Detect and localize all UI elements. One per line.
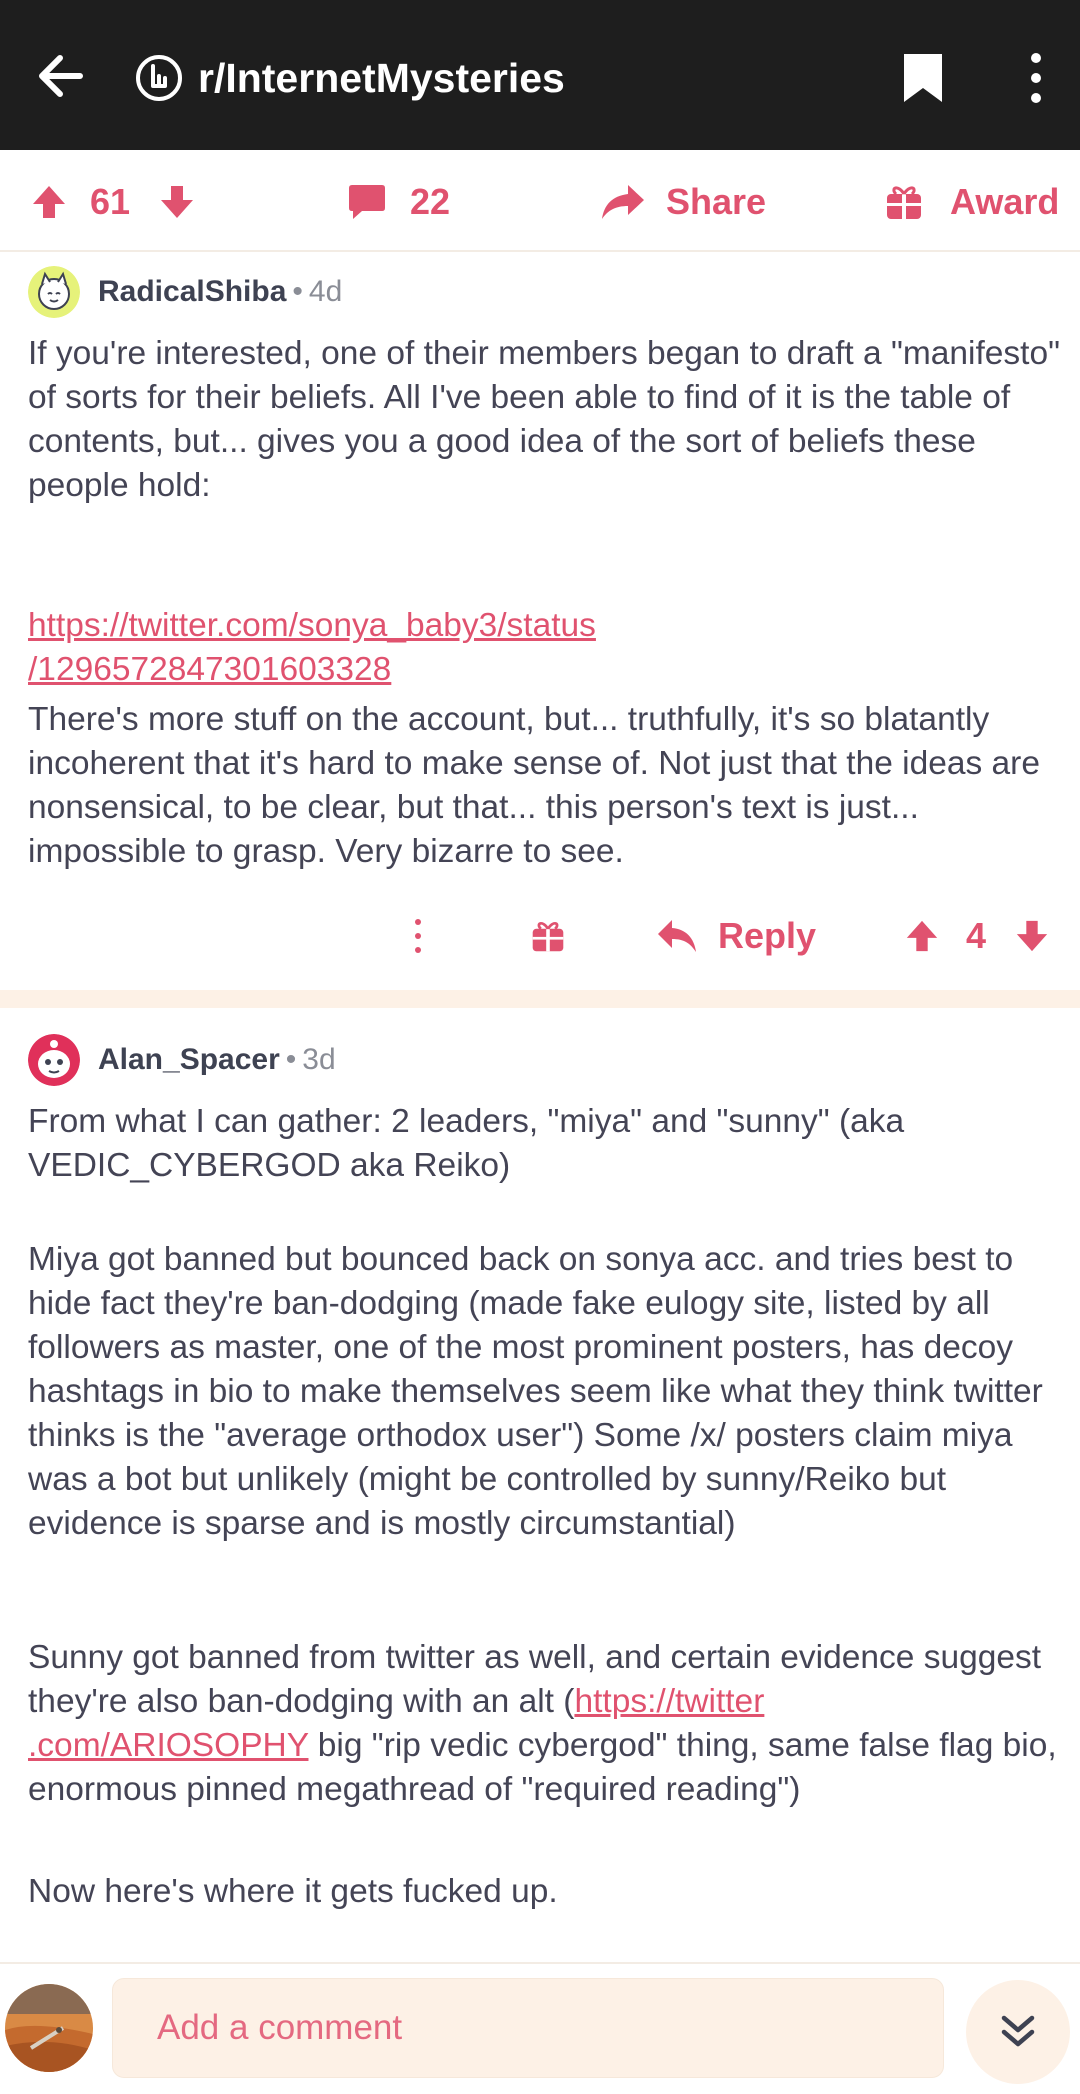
- upvote-arrow-icon: [906, 920, 938, 952]
- more-options-button[interactable]: [1018, 50, 1054, 106]
- comment-header: RadicalShiba • 4d: [28, 262, 342, 322]
- reply-button[interactable]: Reply: [656, 896, 816, 976]
- comment-link-paragraph: https://twitter.com/sonya_baby3/status /…: [28, 560, 1068, 692]
- avatar[interactable]: [28, 266, 80, 318]
- share-button[interactable]: Share: [600, 152, 766, 252]
- reply-label: Reply: [718, 915, 817, 956]
- gift-icon: [532, 922, 564, 952]
- comment-header: Alan_Spacer • 3d: [28, 1030, 336, 1090]
- add-comment-input[interactable]: [112, 1978, 944, 2078]
- bookmark-button[interactable]: [900, 50, 946, 106]
- paragraph-text: Sunny got banned from twitter as well, a…: [28, 1639, 1042, 1720]
- more-vertical-icon: [1031, 53, 1041, 103]
- subreddit-name[interactable]: r/InternetMysteries: [198, 50, 565, 106]
- comment-award-button[interactable]: [530, 896, 566, 976]
- top-app-bar: r/InternetMysteries: [0, 0, 1080, 150]
- separator-dot: •: [285, 1043, 297, 1076]
- bookmark-icon: [904, 54, 942, 102]
- post-action-bar: 61 22 Share Award: [0, 152, 1080, 252]
- arrow-left-icon: [39, 55, 83, 97]
- comment-paragraph: There's more stuff on the account, but..…: [28, 701, 1040, 870]
- share-arrow-icon: [602, 185, 644, 219]
- reply-arrow-icon: [658, 920, 696, 952]
- comment-paragraph-with-link: Sunny got banned from twitter as well, a…: [28, 1636, 1068, 1812]
- comment-author[interactable]: RadicalShiba: [98, 275, 286, 309]
- downvote-arrow-icon: [1016, 920, 1048, 952]
- comment-downvote-button[interactable]: [1014, 896, 1050, 976]
- post-upvote-button[interactable]: [30, 152, 68, 252]
- comment-divider: [0, 990, 1080, 1008]
- comment-paragraph: Miya got banned but bounced back on sony…: [28, 1241, 1043, 1542]
- comment-upvote-button[interactable]: [904, 896, 940, 976]
- comment-link[interactable]: https://twitter.com/sonya_baby3/status /…: [28, 607, 596, 688]
- gift-icon: [887, 186, 921, 219]
- double-chevron-down-icon: [1001, 2015, 1035, 2047]
- award-button[interactable]: Award: [884, 152, 1059, 252]
- comment-author[interactable]: Alan_Spacer: [98, 1043, 280, 1077]
- comment-paragraph: Now here's where it gets fucked up.: [28, 1873, 558, 1910]
- comment-count: 22: [410, 181, 451, 222]
- downvote-arrow-icon: [161, 186, 193, 218]
- subreddit-icon[interactable]: [135, 54, 183, 102]
- more-vertical-icon: [415, 919, 421, 953]
- jump-to-next-button[interactable]: [966, 1980, 1070, 2084]
- comment-bubble-icon: [349, 185, 385, 219]
- post-comments-button[interactable]: 22: [346, 152, 450, 252]
- separator-dot: •: [292, 275, 303, 308]
- upvote-arrow-icon: [33, 186, 65, 218]
- share-label: Share: [666, 181, 767, 222]
- comment-age: 3d: [302, 1043, 336, 1076]
- post-downvote-button[interactable]: [158, 152, 196, 252]
- comment-age: 4d: [308, 275, 343, 308]
- comment-paragraph: From what I can gather: 2 leaders, "miya…: [28, 1103, 905, 1184]
- post-score: 61: [90, 181, 131, 222]
- comment-score: 4: [966, 915, 987, 956]
- comment-more-button[interactable]: [406, 896, 430, 976]
- award-label: Award: [950, 181, 1060, 222]
- comment-paragraph: If you're interested, one of their membe…: [28, 335, 1061, 504]
- back-button[interactable]: [28, 42, 96, 110]
- comment-action-bar: Reply 4: [0, 896, 1080, 976]
- user-avatar[interactable]: [5, 1984, 93, 2072]
- avatar[interactable]: [28, 1034, 80, 1086]
